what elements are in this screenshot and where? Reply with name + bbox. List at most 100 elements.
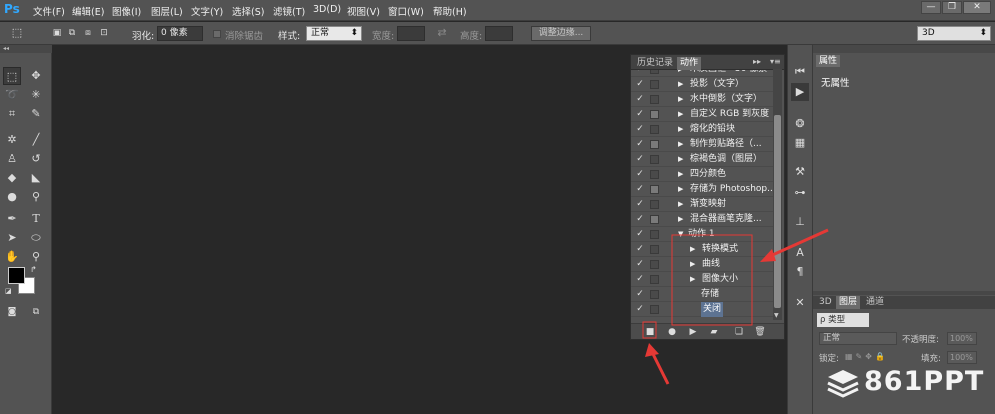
minimize-button[interactable]: — xyxy=(921,1,941,14)
panel-menu-icon[interactable]: ▾≡ xyxy=(770,57,781,66)
dialog-toggle-icon[interactable] xyxy=(650,170,659,179)
collapse-panel-icon[interactable]: ▸▸ xyxy=(753,57,761,66)
toggle-checkmark-icon[interactable]: ✓ xyxy=(635,302,645,317)
foreground-color-swatch[interactable] xyxy=(8,267,25,284)
lock-icons[interactable]: ▦✎✥🔒 xyxy=(845,352,888,361)
type-tool-icon[interactable]: T xyxy=(27,210,45,228)
refine-edge-button[interactable]: 调整边缘... xyxy=(531,26,591,41)
action-row[interactable]: ✓ ▶ 存储为 Photoshop... xyxy=(631,182,776,197)
menu-image[interactable]: 图像(I) xyxy=(112,4,141,18)
dialog-toggle-icon[interactable] xyxy=(650,200,659,209)
quick-mask-icon[interactable]: ◙ xyxy=(3,303,21,321)
action-row[interactable]: ✓ ▶ 棕褐色调（图层） xyxy=(631,152,776,167)
new-set-folder-icon[interactable]: ▰ xyxy=(707,325,721,339)
style-select[interactable]: 正常 ⬍ xyxy=(306,26,362,41)
dialog-toggle-icon[interactable] xyxy=(650,80,659,89)
chevron-right-icon[interactable]: ▶ xyxy=(678,212,683,227)
swap-icon[interactable]: ⇄ xyxy=(433,24,451,42)
chevron-right-icon[interactable]: ▶ xyxy=(678,107,683,122)
chevron-right-icon[interactable]: ▶ xyxy=(678,70,683,77)
crop-tool-icon[interactable]: ⌗ xyxy=(3,105,21,123)
dialog-toggle-icon[interactable] xyxy=(650,155,659,164)
tab-actions[interactable]: 动作 xyxy=(677,57,702,70)
chevron-right-icon[interactable]: ▶ xyxy=(678,92,683,107)
menu-edit[interactable]: 编辑(E) xyxy=(72,4,104,18)
lasso-tool-icon[interactable]: ➰ xyxy=(3,86,21,104)
toggle-checkmark-icon[interactable]: ✓ xyxy=(635,197,645,212)
menu-window[interactable]: 窗口(W) xyxy=(388,4,424,18)
eyedropper-icon[interactable]: ✎ xyxy=(27,105,45,123)
dialog-toggle-icon[interactable] xyxy=(650,215,659,224)
tool-presets-icon[interactable]: ⊥ xyxy=(791,213,809,231)
height-input[interactable] xyxy=(485,26,513,41)
dialog-toggle-icon[interactable] xyxy=(650,140,659,149)
chevron-right-icon[interactable]: ▶ xyxy=(678,77,683,92)
toggle-checkmark-icon[interactable]: ✓ xyxy=(635,227,645,242)
toggle-checkmark-icon[interactable]: ✓ xyxy=(635,242,645,257)
action-row[interactable]: ✓ 存储 xyxy=(631,287,776,302)
action-row[interactable]: ✓ ▶ 混合器画笔克隆... xyxy=(631,212,776,227)
tab-3d[interactable]: 3D xyxy=(816,296,835,309)
toggle-checkmark-icon[interactable]: ✓ xyxy=(635,257,645,272)
dialog-toggle-icon[interactable] xyxy=(650,185,659,194)
menu-select[interactable]: 选择(S) xyxy=(232,4,264,18)
scroll-down-icon[interactable]: ▼ xyxy=(774,312,779,319)
workspace-select[interactable]: 3D ⬍ xyxy=(917,26,991,41)
chevron-right-icon[interactable]: ▶ xyxy=(678,152,683,167)
chevron-right-icon[interactable]: ▶ xyxy=(678,182,683,197)
opacity-input[interactable]: 100% xyxy=(947,332,977,345)
tab-channels[interactable]: 通道 xyxy=(863,296,887,309)
toggle-checkmark-icon[interactable]: ✓ xyxy=(635,70,645,77)
actions-panel-icon[interactable]: ▶ xyxy=(791,83,809,101)
swap-colors-icon[interactable]: ↱ xyxy=(30,265,37,274)
default-colors-icon[interactable]: ◪ xyxy=(5,287,12,295)
play-icon[interactable]: ▶ xyxy=(686,325,700,339)
chevron-right-icon[interactable]: ▶ xyxy=(690,257,695,272)
action-row[interactable]: ✓ ▶ 渐变映射 xyxy=(631,197,776,212)
blur-tool-icon[interactable]: ● xyxy=(3,188,21,206)
history-brush-icon[interactable]: ↺ xyxy=(27,150,45,168)
dialog-toggle-icon[interactable] xyxy=(650,110,659,119)
tab-layers[interactable]: 图层 xyxy=(836,296,861,309)
pen-tool-icon[interactable]: ✒ xyxy=(3,210,21,228)
toggle-checkmark-icon[interactable]: ✓ xyxy=(635,137,645,152)
action-row[interactable]: ✓ ▶ 自定义 RGB 到灰度 xyxy=(631,107,776,122)
toggle-checkmark-icon[interactable]: ✓ xyxy=(635,122,645,137)
dialog-toggle-icon[interactable] xyxy=(650,290,659,299)
chevron-right-icon[interactable]: ▶ xyxy=(678,167,683,182)
chevron-right-icon[interactable]: ▶ xyxy=(678,197,683,212)
blend-mode-select[interactable]: 正常 xyxy=(819,332,897,345)
antialias-checkbox[interactable] xyxy=(213,30,221,38)
toggle-checkmark-icon[interactable]: ✓ xyxy=(635,212,645,227)
dialog-toggle-icon[interactable] xyxy=(650,125,659,134)
toggle-checkmark-icon[interactable]: ✓ xyxy=(635,152,645,167)
fill-input[interactable]: 100% xyxy=(947,351,977,364)
dialog-toggle-icon[interactable] xyxy=(650,275,659,284)
restore-button[interactable]: ❐ xyxy=(942,1,962,14)
tools-panel-icon[interactable]: ✕ xyxy=(791,294,809,312)
action-row[interactable]: ✓ ▶ 图像大小 xyxy=(631,272,776,287)
close-button[interactable]: ✕ xyxy=(963,1,991,14)
toggle-checkmark-icon[interactable]: ✓ xyxy=(635,272,645,287)
action-row[interactable]: ✓ ▶ 四分颜色 xyxy=(631,167,776,182)
new-action-icon[interactable]: ❏ xyxy=(732,325,746,339)
marquee-tool-icon[interactable]: ⬚ xyxy=(3,67,21,85)
path-selection-icon[interactable]: ➤ xyxy=(3,229,21,247)
menu-help[interactable]: 帮助(H) xyxy=(433,4,467,18)
tab-properties[interactable]: 属性 xyxy=(816,55,841,67)
menu-view[interactable]: 视图(V) xyxy=(347,4,380,18)
toggle-checkmark-icon[interactable]: ✓ xyxy=(635,92,645,107)
dialog-toggle-icon[interactable] xyxy=(650,70,659,74)
action-row[interactable]: ✓ ▶ 制作剪贴路径（... xyxy=(631,137,776,152)
brush-panel-icon[interactable]: ⚒ xyxy=(791,163,809,181)
menu-layer[interactable]: 图层(L) xyxy=(151,4,183,18)
toggle-checkmark-icon[interactable]: ✓ xyxy=(635,107,645,122)
dialog-toggle-icon[interactable] xyxy=(650,305,659,314)
action-row[interactable]: ✓ ▶ 转换模式 xyxy=(631,242,776,257)
chevron-right-icon[interactable]: ▶ xyxy=(690,242,695,257)
dialog-toggle-icon[interactable] xyxy=(650,245,659,254)
toolbox-grip[interactable]: ◂◂ xyxy=(0,45,52,53)
tab-history[interactable]: 历史记录 xyxy=(634,57,676,70)
ellipse-tool-icon[interactable]: ⬭ xyxy=(27,229,45,247)
action-row[interactable]: ✓ 关闭 xyxy=(631,302,776,317)
